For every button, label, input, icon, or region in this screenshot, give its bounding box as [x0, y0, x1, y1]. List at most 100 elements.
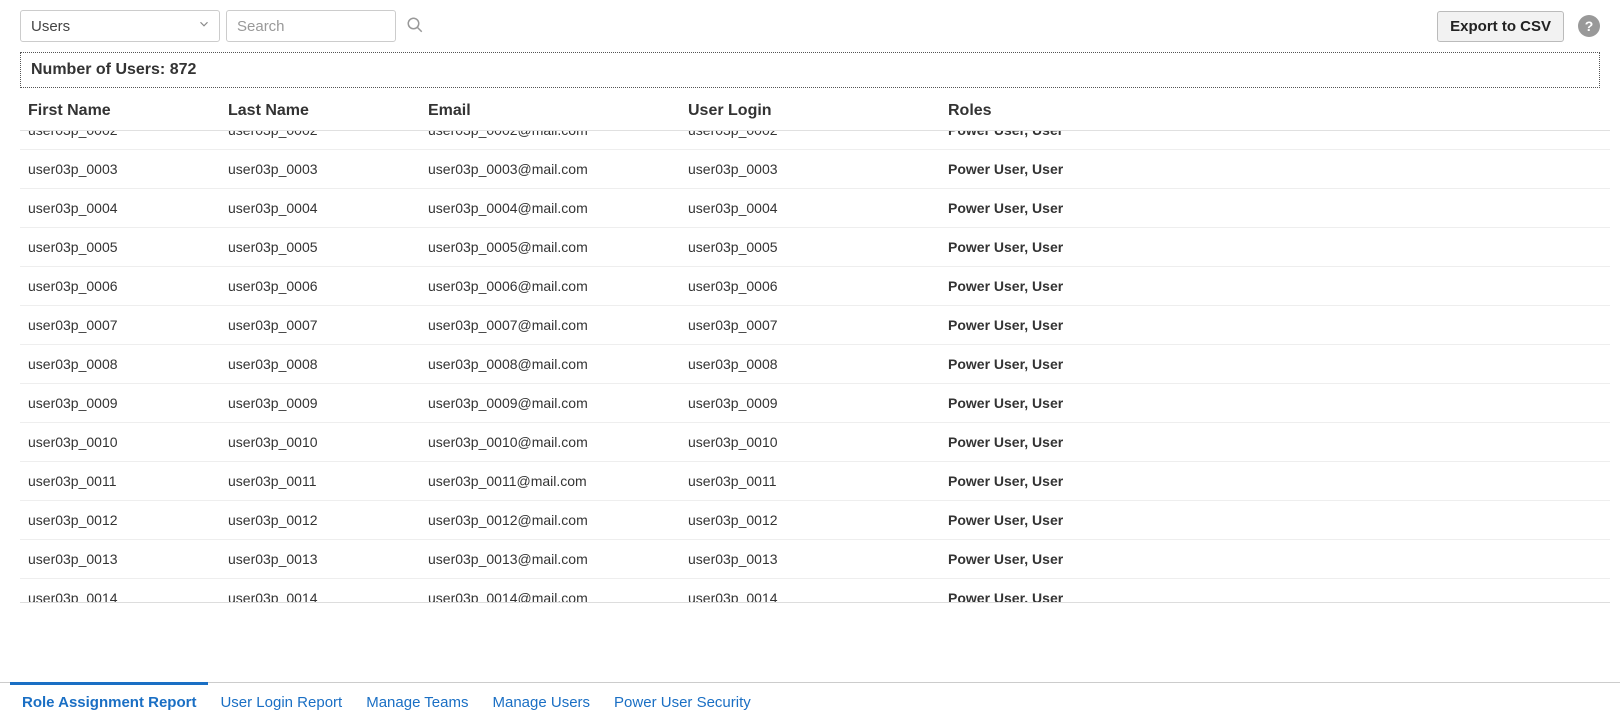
- column-header-user-login[interactable]: User Login: [688, 102, 948, 120]
- cell-email: user03p_0002@mail.com: [428, 131, 688, 138]
- cell-first-name: user03p_0008: [28, 356, 228, 372]
- help-icon[interactable]: ?: [1578, 15, 1600, 37]
- cell-roles: Power User, User: [948, 356, 1610, 372]
- cell-email: user03p_0005@mail.com: [428, 239, 688, 255]
- cell-last-name: user03p_0014: [228, 590, 428, 603]
- cell-last-name: user03p_0007: [228, 317, 428, 333]
- cell-roles: Power User, User: [948, 200, 1610, 216]
- users-table: First Name Last Name Email User Login Ro…: [20, 94, 1610, 603]
- cell-user-login: user03p_0010: [688, 434, 948, 450]
- table-row[interactable]: user03p_0005 user03p_0005user03p_0005@mai…: [20, 228, 1610, 267]
- cell-email: user03p_0009@mail.com: [428, 395, 688, 411]
- column-header-email[interactable]: Email: [428, 102, 688, 120]
- cell-last-name: user03p_0010: [228, 434, 428, 450]
- cell-user-login: user03p_0003: [688, 161, 948, 177]
- cell-last-name: user03p_0011: [228, 473, 428, 489]
- cell-last-name: user03p_0004: [228, 200, 428, 216]
- table-row[interactable]: user03p_0007user03p_0007user03p_0007@mai…: [20, 306, 1610, 345]
- user-count-label: Number of Users: 872: [31, 61, 196, 78]
- cell-user-login: user03p_0004: [688, 200, 948, 216]
- cell-roles: Power User, User: [948, 590, 1610, 603]
- cell-email: user03p_0006@mail.com: [428, 278, 688, 294]
- cell-user-login: user03p_0012: [688, 512, 948, 528]
- cell-first-name: user03p_0007: [28, 317, 228, 333]
- cell-email: user03p_0013@mail.com: [428, 551, 688, 567]
- tab-user-login-report[interactable]: User Login Report: [208, 682, 354, 720]
- cell-email: user03p_0012@mail.com: [428, 512, 688, 528]
- cell-last-name: user03p_0012: [228, 512, 428, 528]
- cell-roles: Power User, User: [948, 161, 1610, 177]
- table-header-row: First Name Last Name Email User Login Ro…: [20, 94, 1610, 131]
- cell-first-name: user03p_0010: [28, 434, 228, 450]
- user-count-banner: Number of Users: 872: [20, 52, 1600, 88]
- cell-user-login: user03p_0006: [688, 278, 948, 294]
- cell-roles: Power User, User: [948, 512, 1610, 528]
- table-row[interactable]: user03p_0010user03p_0010user03p_0010@mai…: [20, 423, 1610, 462]
- cell-first-name: user03p_0011: [28, 473, 228, 489]
- table-row[interactable]: user03p_0011user03p_0011user03p_0011@mai…: [20, 462, 1610, 501]
- column-header-last-name[interactable]: Last Name: [228, 102, 428, 120]
- cell-email: user03p_0003@mail.com: [428, 161, 688, 177]
- cell-last-name: user03p_0009: [228, 395, 428, 411]
- search-input[interactable]: [226, 10, 396, 42]
- table-row[interactable]: user03p_0002user03p_0002user03p_0002@mai…: [20, 131, 1610, 150]
- chevron-down-icon: [197, 17, 211, 35]
- table-row[interactable]: user03p_0013 user03p_0013user03p_0013@mai…: [20, 540, 1610, 579]
- cell-email: user03p_0010@mail.com: [428, 434, 688, 450]
- search-icon[interactable]: [406, 16, 424, 37]
- cell-first-name: user03p_0012: [28, 512, 228, 528]
- cell-roles: Power User, User: [948, 395, 1610, 411]
- table-row[interactable]: user03p_0008user03p_0008user03p_0008@mai…: [20, 345, 1610, 384]
- tab-role-assignment-report[interactable]: Role Assignment Report: [10, 682, 208, 720]
- column-header-first-name[interactable]: First Name: [28, 102, 228, 120]
- cell-user-login: user03p_0002: [688, 131, 948, 138]
- table-row[interactable]: user03p_0004user03p_0004user03p_0004@mai…: [20, 189, 1610, 228]
- cell-email: user03p_0004@mail.com: [428, 200, 688, 216]
- footer-tabs: Role Assignment ReportUser Login ReportM…: [0, 682, 1620, 720]
- cell-roles: Power User, User: [948, 473, 1610, 489]
- cell-first-name: user03p_0003: [28, 161, 228, 177]
- tab-power-user-security[interactable]: Power User Security: [602, 682, 763, 720]
- cell-user-login: user03p_0013: [688, 551, 948, 567]
- cell-email: user03p_0008@mail.com: [428, 356, 688, 372]
- cell-email: user03p_0011@mail.com: [428, 473, 688, 489]
- cell-email: user03p_0014@mail.com: [428, 590, 688, 603]
- filter-dropdown[interactable]: Users: [20, 10, 220, 42]
- cell-first-name: user03p_0002: [28, 131, 228, 138]
- cell-last-name: user03p_0003: [228, 161, 428, 177]
- cell-first-name: user03p_0006: [28, 278, 228, 294]
- cell-last-name: user03p_0002: [228, 131, 428, 138]
- cell-roles: Power User, User: [948, 317, 1610, 333]
- cell-last-name: user03p_0008: [228, 356, 428, 372]
- cell-first-name: user03p_0009: [28, 395, 228, 411]
- table-row[interactable]: user03p_0009user03p_0009user03p_0009@mai…: [20, 384, 1610, 423]
- table-row[interactable]: user03p_0014user03p_0014user03p_0014@mai…: [20, 579, 1610, 603]
- cell-last-name: user03p_0006: [228, 278, 428, 294]
- export-csv-button[interactable]: Export to CSV: [1437, 11, 1564, 42]
- cell-roles: Power User, User: [948, 551, 1610, 567]
- table-row[interactable]: user03p_0006user03p_0006user03p_0006@mai…: [20, 267, 1610, 306]
- cell-roles: Power User, User: [948, 131, 1610, 138]
- cell-first-name: user03p_0014: [28, 590, 228, 603]
- cell-user-login: user03p_0007: [688, 317, 948, 333]
- cell-roles: Power User, User: [948, 278, 1610, 294]
- cell-user-login: user03p_0008: [688, 356, 948, 372]
- tab-manage-teams[interactable]: Manage Teams: [354, 682, 480, 720]
- cell-user-login: user03p_0009: [688, 395, 948, 411]
- cell-user-login: user03p_0011: [688, 473, 948, 489]
- cell-email: user03p_0007@mail.com: [428, 317, 688, 333]
- cell-user-login: user03p_0014: [688, 590, 948, 603]
- tab-manage-users[interactable]: Manage Users: [481, 682, 603, 720]
- toolbar: Users Export to CSV ?: [0, 0, 1620, 52]
- cell-last-name: user03p_0013: [228, 551, 428, 567]
- table-row[interactable]: user03p_0012user03p_0012user03p_0012@mai…: [20, 501, 1610, 540]
- cell-roles: Power User, User: [948, 434, 1610, 450]
- cell-last-name: user03p_0005: [228, 239, 428, 255]
- filter-selected-label: Users: [31, 18, 70, 35]
- cell-user-login: user03p_0005: [688, 239, 948, 255]
- table-body[interactable]: user03p_0002user03p_0002user03p_0002@mai…: [20, 131, 1610, 603]
- cell-first-name: user03p_0004: [28, 200, 228, 216]
- cell-roles: Power User, User: [948, 239, 1610, 255]
- table-row[interactable]: user03p_0003user03p_0003user03p_0003@mai…: [20, 150, 1610, 189]
- column-header-roles[interactable]: Roles: [948, 102, 1610, 120]
